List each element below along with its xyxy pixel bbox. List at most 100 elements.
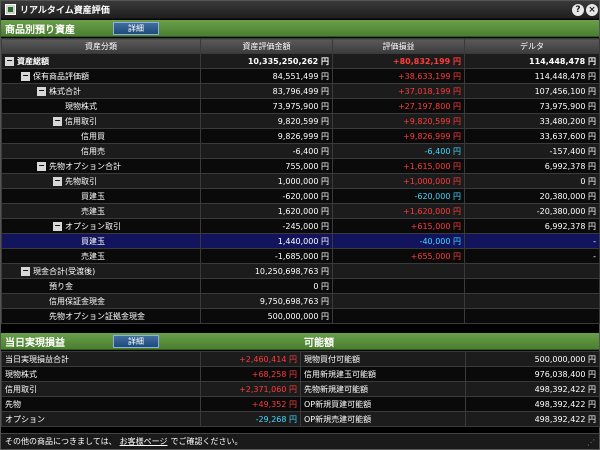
list-item[interactable]: 先物新規建可能額 498,392,422 円 — [300, 381, 600, 397]
pnl-cell: +9,820,599 円 — [332, 113, 465, 129]
table-row[interactable]: − 信用取引 9,820,599 円 +9,820,599 円 33,480,200 円 — [1, 113, 600, 129]
collapse-toggle-icon[interactable]: − — [53, 176, 62, 186]
valuation-cell: -620,000 円 — [200, 188, 333, 204]
list-item[interactable]: 現物買付可能額 500,000,000 円 — [300, 351, 600, 367]
table-row[interactable]: − オプション取引 -245,000 円 +615,000 円 6,992,378 円 — [1, 218, 600, 234]
collapse-toggle-icon[interactable]: − — [21, 266, 30, 276]
capacity-label: 先物新規建可能額 — [300, 381, 466, 397]
pnl-cell — [332, 308, 465, 324]
table-row[interactable]: − 保有商品評価額 84,551,499 円 +38,633,199 円 114,448… — [1, 68, 600, 84]
collapse-toggle-icon[interactable]: − — [53, 116, 62, 126]
realized-value: +68,258 円 — [200, 366, 301, 382]
delta-cell: 6,992,378 円 — [464, 158, 600, 174]
table-row[interactable]: 信用売 -6,400 円 -6,400 円 -157,400 円 — [1, 143, 600, 159]
collapse-toggle-icon[interactable]: − — [21, 71, 30, 81]
collapse-toggle-icon[interactable]: − — [37, 161, 46, 171]
table-row[interactable]: 現物株式 73,975,900 円 +27,197,800 円 73,975,900 … — [1, 98, 600, 114]
table-row[interactable]: − 現金合計(受渡後) 10,250,698,763 円 — [1, 263, 600, 279]
row-label: 資産総額 — [17, 56, 49, 66]
row-category-cell: − 現金合計(受渡後) — [1, 263, 201, 279]
capacity-value: 498,392,422 円 — [465, 411, 600, 427]
list-item[interactable]: 当日実現損益合計 +2,460,414 円 — [1, 351, 301, 367]
realized-value: +2,371,060 円 — [200, 381, 301, 397]
assets-detail-button[interactable]: 詳細 — [113, 22, 159, 35]
delta-cell: 0 円 — [464, 173, 600, 189]
list-item[interactable]: 信用取引 +2,371,060 円 — [1, 381, 301, 397]
delta-cell: 73,975,900 円 — [464, 98, 600, 114]
row-category-cell: 信用保証金現金 — [1, 293, 201, 309]
delta-cell — [464, 263, 600, 279]
list-item[interactable]: 先物 +49,352 円 — [1, 396, 301, 412]
realized-label: 現物株式 — [1, 366, 201, 382]
app-icon — [5, 4, 16, 15]
table-row[interactable]: 信用買 9,826,999 円 +9,826,999 円 33,637,600 円 — [1, 128, 600, 144]
row-label: 保有商品評価額 — [33, 71, 89, 81]
table-row[interactable]: 売建玉 -1,685,000 円 +655,000 円- — [1, 248, 600, 264]
collapse-toggle-icon[interactable]: − — [5, 56, 14, 66]
row-label: 先物オプション合計 — [49, 161, 121, 171]
customer-page-link[interactable]: お客様ページ — [120, 437, 168, 446]
table-row[interactable]: 先物オプション証拠金現金 500,000,000 円 — [1, 308, 600, 324]
capacity-section-header: 可能額 — [300, 333, 599, 350]
capacity-table: 現物買付可能額 500,000,000 円信用新規建玉可能額 976,038,400… — [300, 351, 600, 427]
row-label: 株式合計 — [49, 86, 81, 96]
collapse-toggle-icon[interactable]: − — [53, 221, 62, 231]
pnl-cell: +38,633,199 円 — [332, 68, 465, 84]
delta-cell: 33,480,200 円 — [464, 113, 600, 129]
delta-cell: -157,400 円 — [464, 143, 600, 159]
realized-label: 先物 — [1, 396, 201, 412]
close-icon[interactable]: × — [586, 4, 598, 16]
row-label: 現物株式 — [65, 101, 97, 111]
row-category-cell: − 保有商品評価額 — [1, 68, 201, 84]
delta-cell: 33,637,600 円 — [464, 128, 600, 144]
resize-grip-icon[interactable]: ⋰ — [587, 438, 597, 448]
column-header-delta[interactable]: デルタ — [464, 38, 600, 54]
column-header-category[interactable]: 資産分類 — [1, 38, 201, 54]
valuation-cell: -6,400 円 — [200, 143, 333, 159]
realized-value: -29,268 円 — [200, 411, 301, 427]
table-row[interactable]: − 先物取引 1,000,000 円 +1,000,000 円0 円 — [1, 173, 600, 189]
table-row[interactable]: − 株式合計 83,796,499 円 +37,018,199 円 107,456,10… — [1, 83, 600, 99]
row-label: 先物オプション証拠金現金 — [49, 311, 145, 321]
row-category-cell: 買建玉 — [1, 188, 201, 204]
pnl-cell: -6,400 円 — [332, 143, 465, 159]
list-item[interactable]: 信用新規建玉可能額 976,038,400 円 — [300, 366, 600, 382]
realized-section-header: 当日実現損益 詳細 — [1, 333, 300, 350]
table-row[interactable]: 預り金 0 円 — [1, 278, 600, 294]
table-row[interactable]: 買建玉 -620,000 円 -620,000 円 20,380,000 円 — [1, 188, 600, 204]
table-row[interactable]: 信用保証金現金 9,750,698,763 円 — [1, 293, 600, 309]
table-row[interactable]: 売建玉 1,620,000 円 +1,620,000 円 -20,380,000 円 — [1, 203, 600, 219]
row-category-cell: − 株式合計 — [1, 83, 201, 99]
pnl-cell: +9,826,999 円 — [332, 128, 465, 144]
capacity-label: 現物買付可能額 — [300, 351, 466, 367]
table-row[interactable]: − 資産総額 10,335,250,262 円 +80,832,199 円 114,44… — [1, 53, 600, 69]
list-item[interactable]: OP新規売建可能額 498,392,422 円 — [300, 411, 600, 427]
list-item[interactable]: オプション -29,268 円 — [1, 411, 301, 427]
row-label: 信用売 — [81, 146, 105, 156]
footer-note: その他の商品につきましては、 お客様ページ でご確認ください。 ⋰ — [1, 433, 599, 449]
table-row[interactable]: − 先物オプション合計 755,000 円 +1,615,000 円 6,992,378… — [1, 158, 600, 174]
valuation-cell: 500,000,000 円 — [200, 308, 333, 324]
row-category-cell: − 信用取引 — [1, 113, 201, 129]
pnl-cell: +37,018,199 円 — [332, 83, 465, 99]
capacity-value: 976,038,400 円 — [465, 366, 600, 382]
list-item[interactable]: 現物株式 +68,258 円 — [1, 366, 301, 382]
realized-label: 信用取引 — [1, 381, 201, 397]
row-category-cell: 現物株式 — [1, 98, 201, 114]
collapse-toggle-icon[interactable]: − — [37, 86, 46, 96]
row-category-cell: 先物オプション証拠金現金 — [1, 308, 201, 324]
realized-detail-button[interactable]: 詳細 — [113, 335, 159, 348]
column-header-pnl[interactable]: 評価損益 — [332, 38, 465, 54]
delta-cell: 114,448,478 円 — [464, 68, 600, 84]
row-category-cell: 売建玉 — [1, 248, 201, 264]
window-title: リアルタイム資産評価 — [20, 6, 110, 16]
realized-value: +2,460,414 円 — [200, 351, 301, 367]
row-category-cell: 信用買 — [1, 128, 201, 144]
assets-section-header: 商品別預り資産 詳細 — [1, 20, 599, 37]
help-icon[interactable]: ? — [572, 4, 584, 16]
column-header-valuation[interactable]: 資産評価金額 — [200, 38, 333, 54]
list-item[interactable]: OP新規買建可能額 498,392,422 円 — [300, 396, 600, 412]
table-row[interactable]: 買建玉 1,440,000 円 -40,000 円- — [1, 233, 600, 249]
row-label: 売建玉 — [81, 206, 105, 216]
title-bar[interactable]: リアルタイム資産評価 ? × — [1, 1, 599, 19]
